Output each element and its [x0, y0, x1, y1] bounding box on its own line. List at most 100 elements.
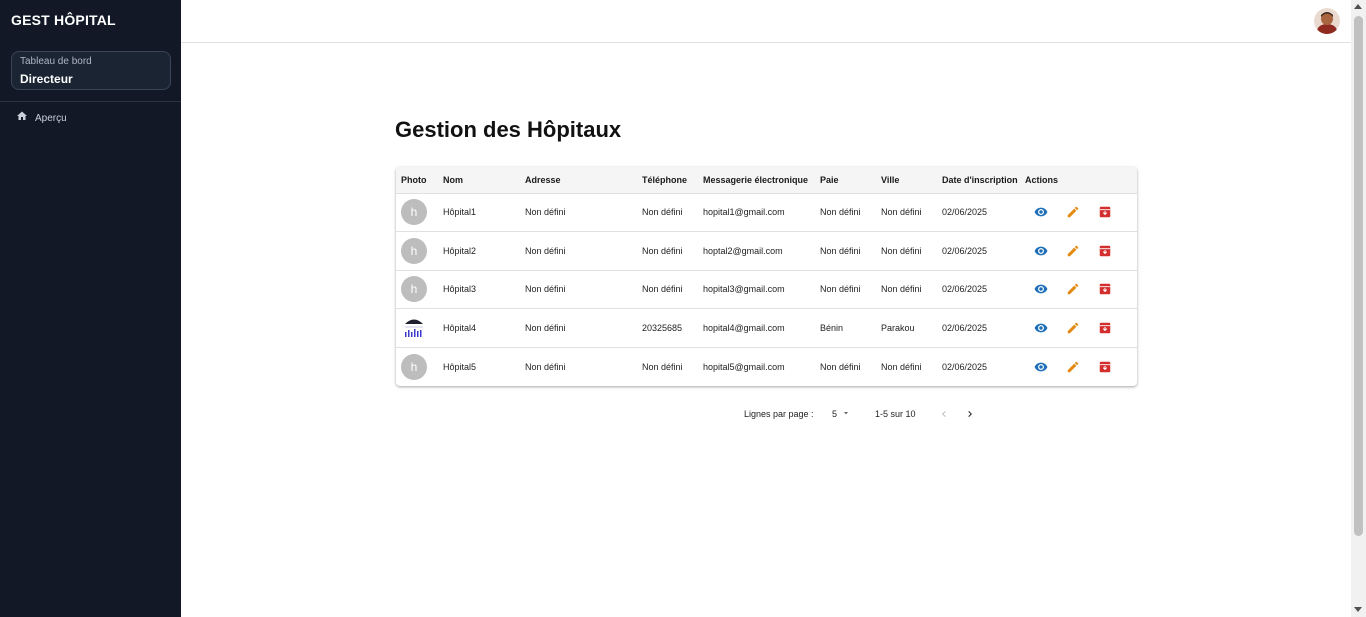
cell-paie: Bénin — [820, 323, 844, 334]
dashboard-role-card[interactable]: Tableau de bord Directeur — [11, 51, 171, 90]
table-header-row: Photo Nom Adresse Téléphone Messagerie é… — [396, 167, 1137, 193]
column-header-paie: Paie — [820, 174, 839, 185]
scroll-down-arrow-icon[interactable] — [1354, 607, 1362, 612]
sidebar: GEST HÔPITAL Tableau de bord Directeur A… — [0, 0, 181, 617]
row-actions — [1025, 316, 1137, 340]
table-row: h Hôpital5 Non défini Non défini hopital… — [396, 347, 1137, 386]
cell-adresse: Non défini — [525, 361, 566, 372]
cell-ville: Non défini — [881, 207, 922, 218]
cell-email: hopital5@gmail.com — [703, 361, 785, 372]
cell-date: 02/06/2025 — [942, 361, 988, 372]
sidebar-divider — [0, 101, 181, 102]
row-actions — [1025, 239, 1137, 263]
delete-box-icon[interactable] — [1089, 200, 1121, 224]
cell-telephone: Non défini — [642, 245, 683, 256]
cell-date: 02/06/2025 — [942, 207, 988, 218]
cell-nom: Hôpital5 — [443, 361, 477, 372]
delete-box-icon[interactable] — [1089, 316, 1121, 340]
column-header-adresse: Adresse — [525, 174, 561, 185]
cell-adresse: Non défini — [525, 284, 566, 295]
table-row: Hôpital4 Non défini 20325685 hopital4@gm… — [396, 308, 1137, 348]
pencil-icon[interactable] — [1057, 355, 1089, 379]
dashboard-role: Directeur — [20, 72, 73, 86]
row-actions — [1025, 277, 1137, 301]
cell-telephone: Non défini — [642, 284, 683, 295]
hospitals-table: Photo Nom Adresse Téléphone Messagerie é… — [396, 167, 1137, 386]
cell-paie: Non défini — [820, 207, 861, 218]
column-header-telephone: Téléphone — [642, 174, 688, 185]
app-brand: GEST HÔPITAL — [11, 12, 116, 28]
cell-date: 02/06/2025 — [942, 245, 988, 256]
row-actions — [1025, 200, 1137, 224]
home-icon — [16, 109, 28, 127]
cell-paie: Non défini — [820, 245, 861, 256]
eye-icon[interactable] — [1025, 355, 1057, 379]
rows-per-page-label: Lignes par page : — [744, 409, 814, 419]
cell-email: hopital1@gmail.com — [703, 207, 785, 218]
chevron-left-icon[interactable] — [936, 406, 952, 422]
column-header-actions: Actions — [1025, 174, 1059, 185]
cell-date: 02/06/2025 — [942, 323, 988, 334]
cell-telephone: 20325685 — [642, 323, 683, 334]
eye-icon[interactable] — [1025, 200, 1057, 224]
eye-icon[interactable] — [1025, 239, 1057, 263]
pencil-icon[interactable] — [1057, 239, 1089, 263]
column-header-ville: Ville — [881, 174, 900, 185]
cell-paie: Non défini — [820, 284, 861, 295]
cell-adresse: Non défini — [525, 323, 566, 334]
page-scrollbar[interactable] — [1351, 0, 1366, 617]
eye-icon[interactable] — [1025, 277, 1057, 301]
cell-ville: Non défini — [881, 284, 922, 295]
table-row: h Hôpital2 Non défini Non défini hoptal2… — [396, 231, 1137, 271]
cell-nom: Hôpital1 — [443, 207, 477, 218]
column-header-date: Date d'inscription — [942, 174, 1018, 185]
pencil-icon[interactable] — [1057, 200, 1089, 224]
rows-per-page-value: 5 — [832, 409, 838, 419]
pagination-range: 1-5 sur 10 — [875, 409, 916, 419]
topbar — [181, 0, 1351, 43]
hospital-photo-avatar: h — [401, 353, 427, 380]
cell-email: hoptal2@gmail.com — [703, 245, 783, 256]
delete-box-icon[interactable] — [1089, 239, 1121, 263]
cell-telephone: Non défini — [642, 207, 683, 218]
sidebar-item-label: Aperçu — [35, 112, 67, 124]
cell-adresse: Non défini — [525, 245, 566, 256]
cell-nom: Hôpital3 — [443, 284, 477, 295]
chevron-right-icon[interactable] — [962, 406, 978, 422]
hospital-photo-avatar: h — [401, 237, 427, 264]
column-header-nom: Nom — [443, 174, 463, 185]
cell-ville: Non défini — [881, 245, 922, 256]
cell-ville: Parakou — [881, 323, 915, 334]
pencil-icon[interactable] — [1057, 277, 1089, 301]
page-title: Gestion des Hôpitaux — [395, 117, 622, 142]
hospital-photo-avatar: h — [401, 199, 427, 226]
cell-telephone: Non défini — [642, 361, 683, 372]
table-row: h Hôpital3 Non défini Non défini hopital… — [396, 270, 1137, 309]
cell-nom: Hôpital4 — [443, 323, 477, 334]
chevron-down-icon — [841, 408, 851, 420]
user-avatar[interactable] — [1314, 8, 1340, 34]
delete-box-icon[interactable] — [1089, 277, 1121, 301]
cell-adresse: Non défini — [525, 207, 566, 218]
row-actions — [1025, 355, 1137, 379]
dashboard-subtitle: Tableau de bord — [20, 56, 92, 67]
column-header-email: Messagerie électronique — [703, 174, 809, 185]
cell-paie: Non défini — [820, 361, 861, 372]
column-header-photo: Photo — [401, 174, 427, 185]
cell-nom: Hôpital2 — [443, 245, 477, 256]
hospitals-table-card: Photo Nom Adresse Téléphone Messagerie é… — [396, 167, 1137, 386]
cell-ville: Non défini — [881, 361, 922, 372]
hospital-photo-avatar: h — [401, 276, 427, 303]
rows-per-page-select[interactable]: 5 — [832, 406, 851, 422]
cell-email: hopital4@gmail.com — [703, 323, 785, 334]
cell-email: hopital3@gmail.com — [703, 284, 785, 295]
scroll-up-arrow-icon[interactable] — [1354, 4, 1362, 9]
pencil-icon[interactable] — [1057, 316, 1089, 340]
scroll-thumb[interactable] — [1354, 16, 1363, 536]
hospital-photo-image — [401, 315, 427, 342]
table-pagination: Lignes par page : 5 1-5 sur 10 — [396, 404, 1137, 424]
table-row: h Hôpital1 Non défini Non défini hopital… — [396, 193, 1137, 232]
eye-icon[interactable] — [1025, 316, 1057, 340]
sidebar-item-apercu[interactable]: Aperçu — [16, 111, 67, 125]
delete-box-icon[interactable] — [1089, 355, 1121, 379]
